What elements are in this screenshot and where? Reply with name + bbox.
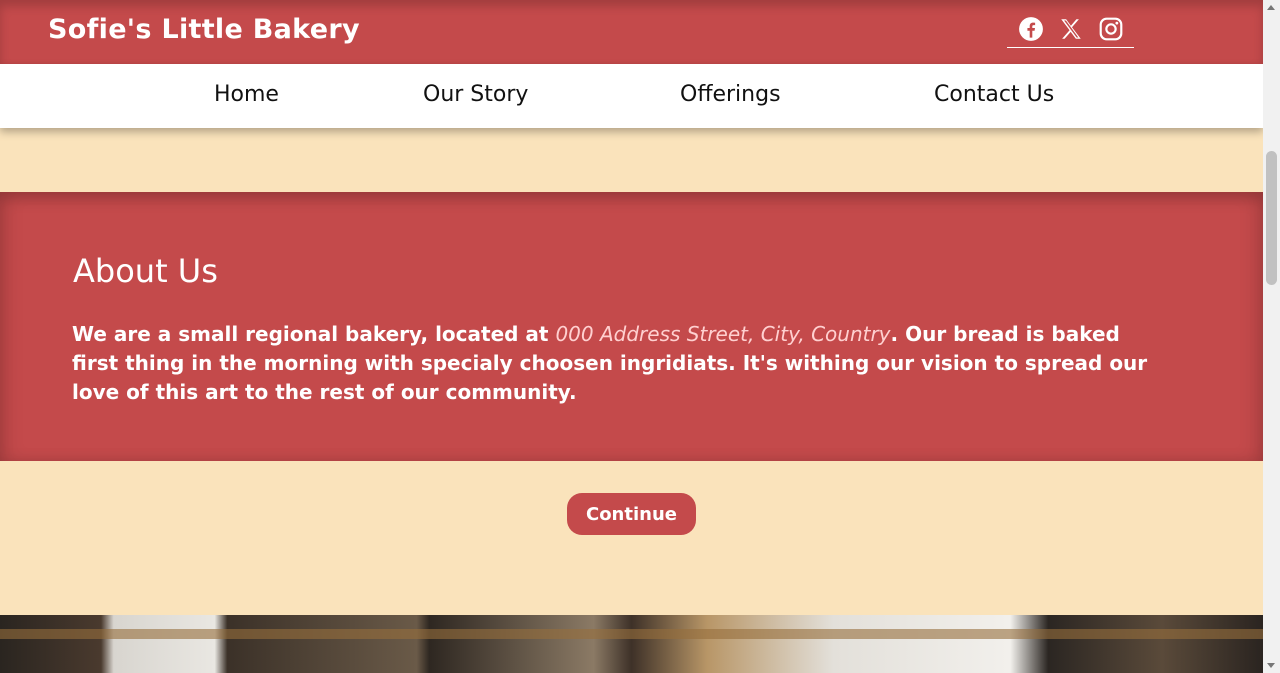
brand-title[interactable]: Sofie's Little Bakery [48, 14, 360, 45]
bakery-photo [0, 615, 1263, 673]
about-text-start: We are a small regional bakery, located … [72, 322, 556, 346]
instagram-icon[interactable] [1098, 16, 1124, 42]
top-bar: Sofie's Little Bakery [0, 0, 1263, 64]
scroll-down-arrow-icon[interactable] [1267, 663, 1275, 668]
nav-our-story[interactable]: Our Story [423, 82, 528, 107]
facebook-icon[interactable] [1018, 16, 1044, 42]
social-links [1007, 16, 1134, 48]
x-icon[interactable] [1058, 16, 1084, 42]
about-text: We are a small regional bakery, located … [72, 320, 1172, 407]
about-address: 000 Address Street, City, Country [555, 322, 891, 346]
nav-offerings[interactable]: Offerings [680, 82, 781, 107]
page: Sofie's Little Bakery Home Our Story Off… [0, 0, 1263, 673]
main-nav: Home Our Story Offerings Contact Us [0, 64, 1263, 128]
scroll-thumb[interactable] [1266, 151, 1277, 285]
continue-button[interactable]: Continue [567, 493, 696, 535]
scroll-up-arrow-icon[interactable] [1267, 5, 1275, 10]
about-title: About Us [73, 252, 218, 290]
nav-home[interactable]: Home [214, 82, 279, 107]
about-section: About Us We are a small regional bakery,… [0, 192, 1263, 461]
page-scrollbar[interactable] [1263, 0, 1280, 673]
photo-shelf [0, 629, 1263, 639]
nav-contact-us[interactable]: Contact Us [934, 82, 1054, 107]
